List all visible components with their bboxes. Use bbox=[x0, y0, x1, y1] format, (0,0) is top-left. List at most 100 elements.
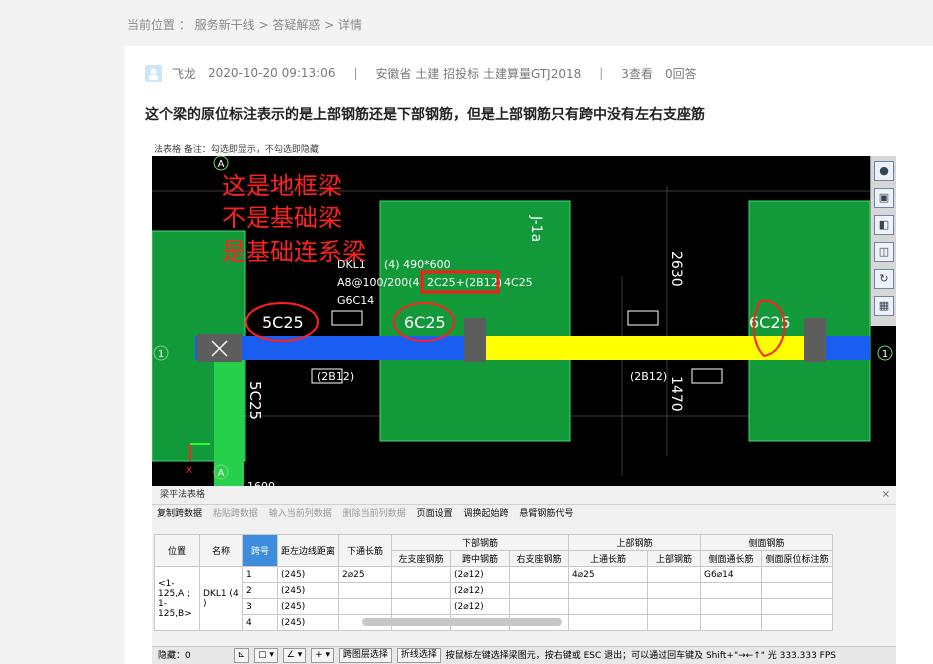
table-row[interactable]: 3 (245) (2⌀12) bbox=[155, 598, 834, 615]
copy-span-button[interactable]: 复制跨数据 bbox=[157, 509, 202, 519]
cell[interactable] bbox=[761, 582, 834, 599]
cell[interactable] bbox=[509, 598, 570, 615]
cell[interactable] bbox=[647, 614, 702, 631]
3d-view-icon[interactable]: ▣ bbox=[874, 188, 894, 208]
table-row[interactable]: <1-125,A ; 1-125,B> DKL1 (4 ) 1 (245) 2⌀… bbox=[154, 566, 834, 631]
under-bar-label: (2B12) bbox=[630, 370, 667, 383]
span-cell[interactable]: 1 bbox=[242, 566, 278, 583]
span-cell[interactable]: 3 bbox=[242, 598, 278, 615]
cad-drawing: A A 1 1 DKL1 (4) 490*600 A8@100/200(4) 2… bbox=[152, 156, 893, 486]
span-cell[interactable]: 4 bbox=[242, 614, 278, 631]
swap-span-button[interactable]: 调换起始跨 bbox=[463, 509, 508, 519]
col-header: 位置 bbox=[154, 534, 200, 567]
top-bar-label: 2C25+(2B12) bbox=[427, 276, 502, 289]
cell[interactable] bbox=[391, 566, 452, 583]
cell[interactable] bbox=[509, 582, 570, 599]
screenshot-top-text: 法表格 备注：勾选即显示，不勾选即隐藏 bbox=[152, 144, 896, 156]
support-mid bbox=[464, 318, 486, 362]
angle-dropdown[interactable]: ∠ ▾ bbox=[282, 648, 307, 663]
close-icon[interactable]: × bbox=[882, 486, 890, 504]
col-group-header: 上部钢筋 bbox=[568, 534, 702, 551]
cross-layer-select-button[interactable]: 跨图层选择 bbox=[338, 648, 392, 663]
top-long-cell[interactable] bbox=[568, 582, 649, 599]
line-style-dropdown[interactable]: + ▾ bbox=[311, 648, 335, 663]
dimension-label: 2630 bbox=[668, 251, 684, 287]
polyline-select-button[interactable]: 折线选择 bbox=[396, 648, 441, 663]
cantilever-code-button[interactable]: 悬臂钢筋代号 bbox=[519, 509, 573, 519]
delete-column-button[interactable]: 删除当前列数据 bbox=[343, 509, 406, 519]
author-name[interactable]: 飞龙 bbox=[172, 65, 196, 82]
bottom-long-cell[interactable]: 2⌀25 bbox=[338, 566, 393, 583]
rotate-icon[interactable]: ↻ bbox=[874, 269, 894, 289]
side-long-cell[interactable] bbox=[700, 582, 763, 599]
axis-label: 1 bbox=[882, 349, 888, 360]
side-long-cell[interactable]: G6⌀14 bbox=[700, 566, 763, 583]
dist-cell[interactable]: (245) bbox=[276, 566, 340, 583]
view-toolbar: ● ▣ ◧ ◫ ↻ ▦ bbox=[870, 156, 896, 326]
cell[interactable] bbox=[391, 582, 452, 599]
cell[interactable] bbox=[391, 598, 452, 615]
support-right bbox=[804, 318, 826, 362]
col-header: 上通长筋 bbox=[568, 550, 649, 567]
sphere-view-icon[interactable]: ● bbox=[874, 161, 894, 181]
col-header: 跨号 bbox=[242, 534, 278, 567]
vertical-bar-label: 5C25 bbox=[246, 381, 264, 420]
mid-bar-cell[interactable]: (2⌀12) bbox=[450, 598, 511, 615]
beam-spec-label: (4) 490*600 bbox=[384, 258, 451, 271]
top-long-cell[interactable] bbox=[568, 614, 649, 631]
panel-toolbar: 复制跨数据 粘贴跨数据 输入当前列数据 删除当前列数据 页面设置 调换起始跨 悬… bbox=[152, 505, 896, 523]
side-long-cell[interactable] bbox=[700, 598, 763, 615]
attached-screenshot[interactable]: 法表格 备注：勾选即显示，不勾选即隐藏 A A 1 1 DKL1 (4) 490… bbox=[152, 144, 896, 664]
post-card: 飞龙 2020-10-20 09:13:06 | 安徽省 土建 招投标 土建算量… bbox=[125, 46, 933, 664]
under-bar-label: (2B12) bbox=[317, 370, 354, 383]
cube-icon[interactable]: ◫ bbox=[874, 242, 894, 262]
cell[interactable] bbox=[761, 614, 834, 631]
table-row[interactable]: 2 (245) (2⌀12) bbox=[155, 582, 834, 599]
cube-front-icon[interactable]: ◧ bbox=[874, 215, 894, 235]
paste-span-button[interactable]: 粘贴跨数据 bbox=[213, 509, 258, 519]
bottom-long-cell[interactable] bbox=[338, 582, 393, 599]
side-bar-label: G6C14 bbox=[337, 294, 374, 307]
cell[interactable] bbox=[647, 598, 702, 615]
name-cell[interactable]: DKL1 (4 ) bbox=[199, 566, 243, 631]
col-header: 右支座钢筋 bbox=[509, 550, 570, 567]
dist-cell[interactable]: (245) bbox=[276, 582, 340, 599]
col-header: 左支座钢筋 bbox=[391, 550, 452, 567]
question-title: 这个梁的原位标注表示的是上部钢筋还是下部钢筋，但是上部钢筋只有跨中没有左右支座筋 bbox=[145, 107, 705, 123]
axis-label: A bbox=[218, 159, 225, 170]
cell[interactable] bbox=[761, 598, 834, 615]
col-header: 上部钢筋 bbox=[647, 550, 702, 567]
annotation-text: 是基础连系梁 bbox=[222, 238, 366, 266]
svg-text:X: X bbox=[186, 466, 192, 476]
post-date: 2020-10-20 09:13:06 bbox=[208, 66, 336, 80]
top-long-cell[interactable] bbox=[568, 598, 649, 615]
axis-label: A bbox=[218, 468, 225, 479]
horizontal-scrollbar[interactable] bbox=[362, 618, 562, 626]
beam-selected-span bbox=[474, 336, 814, 360]
dist-cell[interactable]: (245) bbox=[276, 614, 340, 631]
post-meta: 飞龙 2020-10-20 09:13:06 | 安徽省 土建 招投标 土建算量… bbox=[145, 64, 697, 82]
grid-icon[interactable]: ▦ bbox=[874, 296, 894, 316]
top-long-cell[interactable]: 4⌀25 bbox=[568, 566, 649, 583]
span-cell[interactable]: 2 bbox=[242, 582, 278, 599]
cell[interactable] bbox=[647, 582, 702, 599]
mid-bar-cell[interactable]: (2⌀12) bbox=[450, 566, 511, 583]
cell[interactable] bbox=[761, 566, 834, 583]
ortho-icon[interactable]: ⊾ bbox=[233, 648, 250, 663]
meta-separator: | bbox=[353, 66, 358, 80]
position-cell[interactable]: <1-125,A ; 1-125,B> bbox=[154, 566, 200, 631]
snap-dropdown[interactable]: ▢ ▾ bbox=[254, 648, 278, 663]
avatar[interactable] bbox=[145, 64, 162, 82]
bottom-long-cell[interactable] bbox=[338, 598, 393, 615]
mid-bar-cell[interactable]: (2⌀12) bbox=[450, 582, 511, 599]
input-column-button[interactable]: 输入当前列数据 bbox=[269, 509, 332, 519]
col-group-header: 侧面钢筋 bbox=[700, 534, 834, 551]
dist-cell[interactable]: (245) bbox=[276, 598, 340, 615]
page-setup-button[interactable]: 页面设置 bbox=[417, 509, 453, 519]
cell[interactable] bbox=[509, 566, 570, 583]
cell[interactable] bbox=[647, 566, 702, 583]
col-header: 距左边线距离 bbox=[276, 534, 340, 567]
breadcrumb: 当前位置 ： 服务新干线 > 答疑解惑 > 详情 bbox=[127, 18, 362, 32]
side-long-cell[interactable] bbox=[700, 614, 763, 631]
col-header: 名称 bbox=[199, 534, 243, 567]
